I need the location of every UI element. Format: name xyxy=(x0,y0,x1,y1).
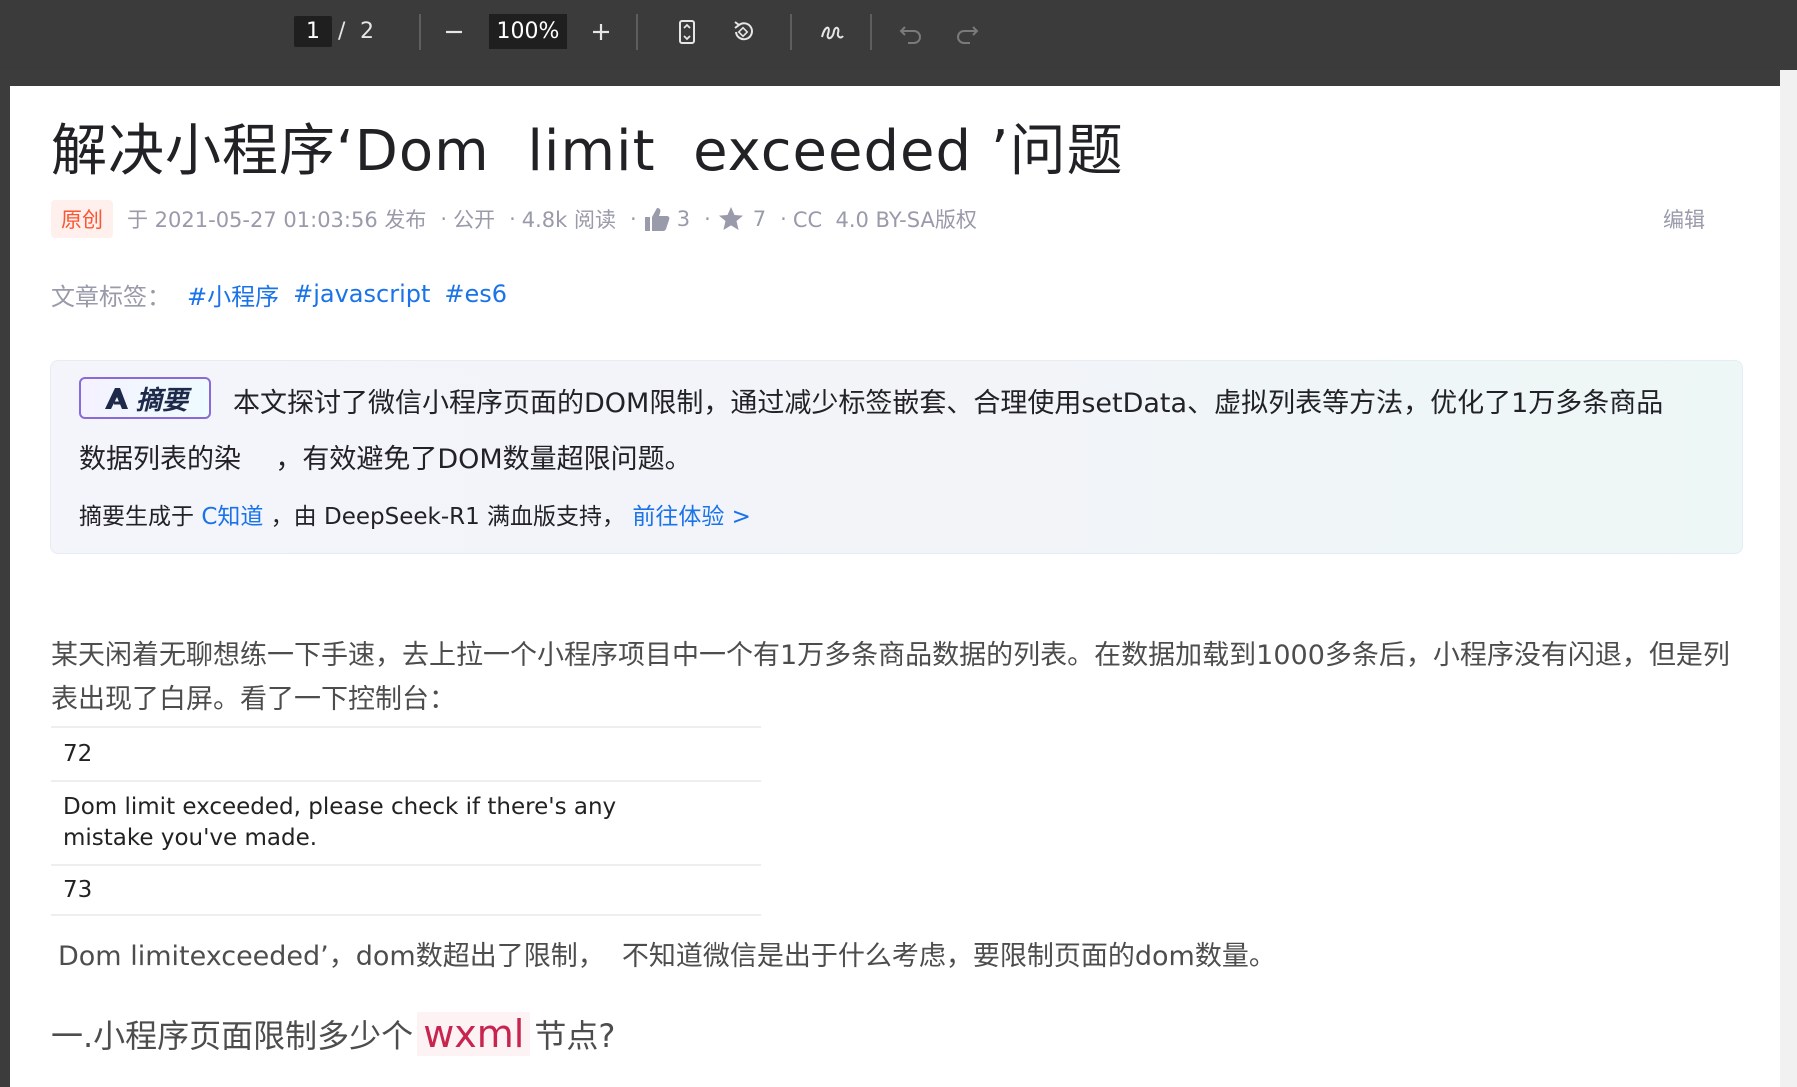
toolbar-divider xyxy=(790,14,792,50)
like-button[interactable]: 3 xyxy=(643,206,690,232)
publish-time: 于 2021-05-27 01:03:56 发布 xyxy=(127,208,427,232)
favorite-count: 7 xyxy=(752,207,767,231)
tag-link[interactable]: #es6 xyxy=(444,280,507,308)
plus-icon xyxy=(593,24,609,40)
heading-prefix: 一.小程序页面限制多少个 xyxy=(51,1017,414,1055)
star-icon xyxy=(718,207,743,230)
summary-badge-label: 摘要 xyxy=(135,385,188,416)
summary-badge: 摘要 xyxy=(79,377,211,419)
page-total: 2 xyxy=(360,19,374,44)
toolbar-divider xyxy=(636,14,638,50)
zoom-level-input[interactable]: 100% xyxy=(489,14,567,49)
console-message: Dom limit exceeded, please check if ther… xyxy=(51,780,761,864)
redo-button[interactable] xyxy=(949,14,985,50)
draw-icon xyxy=(821,26,844,40)
pdf-toolbar: 1 / 2 100% xyxy=(0,0,1797,70)
pdf-page: 解决小程序‘Dom limit exceeded ’问题 原创 于 2021-0… xyxy=(10,86,1780,1087)
article-paragraph: Dom limitexceeded’，dom数超出了限制， 不知道微信是出于什么… xyxy=(58,941,1276,972)
toolbar-divider xyxy=(419,14,421,50)
draw-button[interactable] xyxy=(814,14,850,50)
meta-dot: · xyxy=(630,207,637,231)
rotate-button[interactable] xyxy=(725,14,761,50)
section-heading: 一.小程序页面限制多少个 wxml 节点? xyxy=(51,1011,615,1057)
article-paragraph: 某天闲着无聊想练一下手速，去上拉一个小程序项目中一个有1万多条商品数据的列表。在… xyxy=(51,640,1730,715)
summary-text-line1: 本文探讨了微信小程序页面的DOM限制，通过减少标签嵌套、合理使用setData、… xyxy=(233,388,1664,419)
meta-dot: · xyxy=(509,207,516,231)
fit-page-icon xyxy=(679,20,695,44)
page-separator: / xyxy=(338,19,346,44)
tags-label: 文章标签： xyxy=(51,282,171,311)
console-line-number: 72 xyxy=(51,726,761,780)
like-count: 3 xyxy=(676,207,691,231)
console-message-line1: Dom limit exceeded, please check if ther… xyxy=(63,794,617,820)
ai-logo-icon xyxy=(104,388,128,409)
console-screenshot: 72 Dom limit exceeded, please check if t… xyxy=(51,726,761,916)
rotate-icon xyxy=(734,21,753,41)
license-label[interactable]: CC 4.0 BY-SA版权 xyxy=(793,204,977,234)
console-line-number: 73 xyxy=(51,864,761,916)
article-title: 解决小程序‘Dom limit exceeded ’问题 xyxy=(51,119,1124,184)
summary-footer: 摘要生成于 C知道 ，由 DeepSeek-R1 满血版支持， 前往体验 > xyxy=(79,497,751,531)
original-badge: 原创 xyxy=(51,200,113,238)
scrollbar[interactable] xyxy=(1780,70,1797,1087)
cknow-link[interactable]: C知道 xyxy=(201,497,263,531)
inline-code: wxml xyxy=(417,1012,531,1056)
edit-link[interactable]: 编辑 xyxy=(1663,202,1705,236)
article-meta: 原创 于 2021-05-27 01:03:56 发布 · 公开 · 4.8k … xyxy=(51,200,977,238)
favorite-button[interactable]: 7 xyxy=(717,206,766,232)
meta-dot: · xyxy=(440,207,448,231)
zoom-in-button[interactable] xyxy=(583,14,619,50)
fit-page-button[interactable] xyxy=(669,14,705,50)
thumbs-up-icon xyxy=(644,208,670,231)
tag-link[interactable]: #javascript xyxy=(293,280,430,308)
visibility-label: 公开 xyxy=(453,208,496,232)
ai-summary-box: 摘要 本文探讨了微信小程序页面的DOM限制，通过减少标签嵌套、合理使用setDa… xyxy=(50,360,1743,554)
summary-gen-mid: ，由 DeepSeek-R1 满血版支持， xyxy=(263,504,633,530)
article-tags: 文章标签： #小程序 #javascript #es6 xyxy=(51,274,521,314)
meta-dot: · xyxy=(704,207,711,231)
tag-link[interactable]: #小程序 xyxy=(187,277,279,312)
summary-gen-prefix: 摘要生成于 xyxy=(79,504,202,530)
page-number-input[interactable]: 1 xyxy=(294,16,332,47)
read-count: 4.8k 阅读 xyxy=(521,208,616,232)
minus-icon xyxy=(446,30,462,34)
zoom-out-button[interactable] xyxy=(436,14,472,50)
redo-icon xyxy=(957,26,979,44)
toolbar-divider xyxy=(870,14,872,50)
heading-suffix: 节点? xyxy=(534,1017,616,1055)
try-now-link[interactable]: 前往体验 > xyxy=(632,497,751,531)
meta-dot: · xyxy=(780,207,787,231)
undo-icon xyxy=(899,26,921,44)
summary-text-line2: 数据列表的染 ，有效避免了DOM数量超限问题。 xyxy=(79,444,692,475)
undo-button[interactable] xyxy=(893,14,929,50)
console-message-line2: mistake you've made. xyxy=(63,825,318,851)
